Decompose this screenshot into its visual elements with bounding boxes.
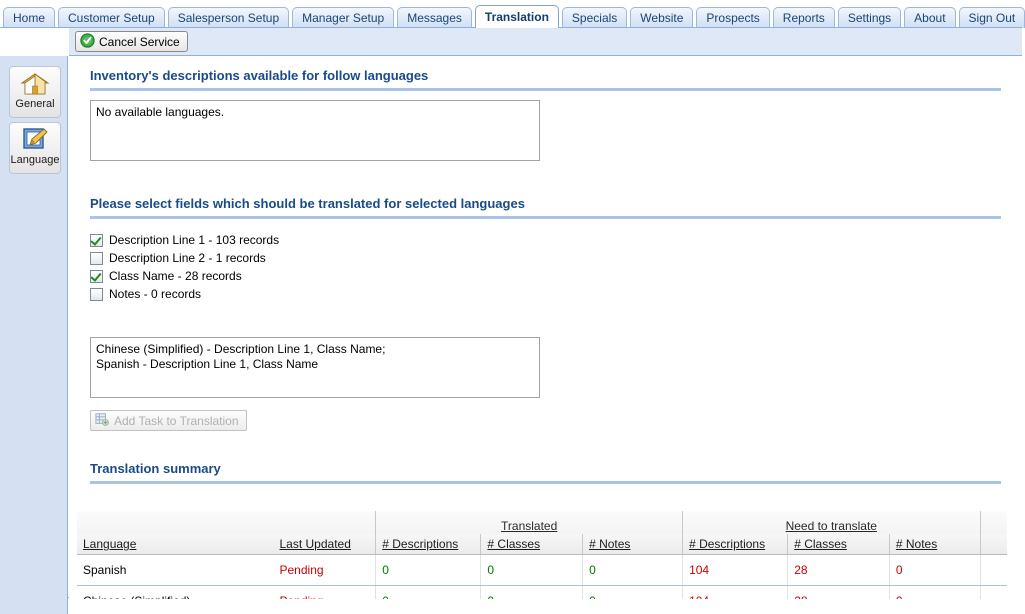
column-header-label-2: # Descriptions xyxy=(382,537,459,551)
cell-translated_descriptions: 0 xyxy=(375,554,481,586)
main-tab-bar: Home Customer Setup Salesperson Setup Manag… xyxy=(0,0,1025,28)
group-header-need-to-translate: Need to translate xyxy=(682,511,980,534)
tab-about[interactable]: About xyxy=(904,7,956,28)
cell-last_updated: Pending xyxy=(273,585,376,599)
sidebar-item-general[interactable]: General xyxy=(9,66,61,118)
checkbox-1-unchecked[interactable] xyxy=(90,251,103,265)
tab-specials[interactable]: Specials xyxy=(561,7,628,28)
cell-translated_descriptions: 0 xyxy=(375,585,481,599)
column-header-label-5: # Descriptions xyxy=(689,537,766,551)
cell-translated_notes: 0 xyxy=(582,554,683,586)
cell-language: Chinese (Simplified) xyxy=(77,585,274,599)
table-group-header-row: Translated Need to translate xyxy=(77,511,1007,534)
sidebar-item-language[interactable]: Language xyxy=(9,122,61,174)
tab-manager-setup[interactable]: Manager Setup xyxy=(292,7,395,28)
available-languages-divider xyxy=(90,88,1001,91)
column-header-3[interactable]: # Classes xyxy=(480,534,583,555)
group-blank-updated xyxy=(273,511,376,534)
content-panel: Inventory's descriptions available for f… xyxy=(69,56,1022,599)
table-row[interactable]: Spanish Pending 0 0 0 104 28 0 xyxy=(77,554,1007,586)
group-blank-language xyxy=(77,511,274,534)
cancel-service-button[interactable]: Cancel Service xyxy=(75,31,188,52)
available-languages-box[interactable]: No available languages. xyxy=(90,100,540,161)
field-checkbox-label-0: Description Line 1 - 103 records xyxy=(109,233,280,247)
tab-reports[interactable]: Reports xyxy=(772,7,835,28)
cell-translated_notes: 0 xyxy=(582,585,683,599)
cell-need_classes: 28 xyxy=(787,554,890,586)
checkbox-2-checked[interactable] xyxy=(90,269,103,283)
tab-list: Home Customer Setup Salesperson Setup Manag… xyxy=(3,5,1025,28)
translation-summary-table: Translated Need to translate Language Las… xyxy=(77,511,1007,599)
sidebar: General Language xyxy=(0,56,68,614)
select-fields-title: Please select fields which should be tra… xyxy=(90,196,525,211)
field-checkbox-label-1: Description Line 2 - 1 records xyxy=(109,251,266,265)
group-header-translated-label: Translated xyxy=(501,519,558,533)
cell-need_descriptions: 104 xyxy=(682,585,788,599)
column-header-0[interactable]: Language xyxy=(77,534,274,555)
checkbox-0-checked[interactable] xyxy=(90,233,103,247)
column-header-label-0: Language xyxy=(83,537,137,551)
translation-summary-divider xyxy=(90,481,1001,484)
cell-need_notes: 0 xyxy=(888,554,980,586)
field-checkbox-label-3: Notes - 0 records xyxy=(109,287,202,301)
checkbox-3-unchecked[interactable] xyxy=(90,287,103,301)
column-header-label-7: # Notes xyxy=(895,537,938,551)
tab-salesperson-setup[interactable]: Salesperson Setup xyxy=(167,7,290,28)
column-header-1[interactable]: Last Updated xyxy=(273,534,376,555)
add-task-label: Add Task to Translation xyxy=(114,413,239,428)
tab-translation[interactable]: Translation xyxy=(474,5,559,28)
cell-endcap xyxy=(979,585,1007,599)
column-header-4[interactable]: # Notes xyxy=(582,534,683,555)
column-header-5[interactable]: # Descriptions xyxy=(682,534,788,555)
add-task-to-translation-button[interactable]: Add Task to Translation xyxy=(90,410,247,431)
column-header-label-1: Last Updated xyxy=(279,537,351,551)
cell-need_descriptions: 104 xyxy=(682,554,788,586)
field-checkbox-row-3[interactable]: Notes - 0 records xyxy=(90,286,201,302)
sidebar-item-general-label: General xyxy=(15,98,55,110)
grid-add-icon xyxy=(95,412,109,429)
application-frame: General Language Cancel Service Inventor… xyxy=(0,27,1022,614)
table-column-header-row: Language Last Updated # Descriptions # Clas… xyxy=(77,534,1007,555)
selected-languages-summary-box[interactable]: Chinese (Simplified) - Description Line … xyxy=(90,337,540,398)
cell-endcap xyxy=(979,554,1007,586)
table-row[interactable]: Chinese (Simplified)Pending000104280 xyxy=(77,585,1007,599)
column-header-6[interactable]: # Classes xyxy=(787,534,890,555)
group-endcap xyxy=(979,511,1007,534)
column-header-label-6: # Classes xyxy=(794,537,847,551)
translation-summary-title: Translation summary xyxy=(90,461,221,476)
tab-messages[interactable]: Messages xyxy=(397,7,472,28)
cell-need_notes: 0 xyxy=(888,585,980,599)
cell-translated_classes: 0 xyxy=(480,585,583,599)
column-header-label-4: # Notes xyxy=(589,537,631,551)
table-body: SpanishPending000104280Chinese (Simplifi… xyxy=(77,554,1007,599)
cell-need_classes: 28 xyxy=(787,585,890,599)
tab-customer-setup[interactable]: Customer Setup xyxy=(58,7,165,28)
window-pencil-icon xyxy=(10,126,60,154)
group-header-translated: Translated xyxy=(375,511,683,534)
cell-last_updated: Pending xyxy=(273,554,376,586)
tab-settings[interactable]: Settings xyxy=(837,7,902,28)
toolbar: Cancel Service xyxy=(69,28,1022,56)
column-header-label-3: # Classes xyxy=(487,537,541,551)
house-icon xyxy=(10,70,60,98)
green-check-circle-icon xyxy=(80,32,95,51)
tab-website[interactable]: Website xyxy=(630,7,694,28)
field-checkbox-label-2: Class Name - 28 records xyxy=(109,269,242,283)
cell-language: Spanish xyxy=(77,554,274,586)
column-header-2[interactable]: # Descriptions xyxy=(375,534,481,555)
group-header-need-label: Need to translate xyxy=(785,519,877,533)
available-languages-title: Inventory's descriptions available for f… xyxy=(90,68,429,83)
select-fields-divider xyxy=(90,216,1001,219)
tab-prospects[interactable]: Prospects xyxy=(696,7,770,28)
column-header-7[interactable]: # Notes xyxy=(888,534,980,555)
field-checkbox-row-1[interactable]: Description Line 2 - 1 records xyxy=(90,250,266,266)
field-checkbox-row-2[interactable]: Class Name - 28 records xyxy=(90,268,242,284)
cancel-service-label: Cancel Service xyxy=(99,34,180,49)
column-header-endcap xyxy=(979,534,1007,555)
tab-sign-out[interactable]: Sign Out xyxy=(958,7,1025,28)
sidebar-item-language-label: Language xyxy=(10,154,60,166)
cell-translated_classes: 0 xyxy=(480,554,583,586)
field-checkbox-row-0[interactable]: Description Line 1 - 103 records xyxy=(90,232,279,248)
tab-home[interactable]: Home xyxy=(3,7,56,28)
